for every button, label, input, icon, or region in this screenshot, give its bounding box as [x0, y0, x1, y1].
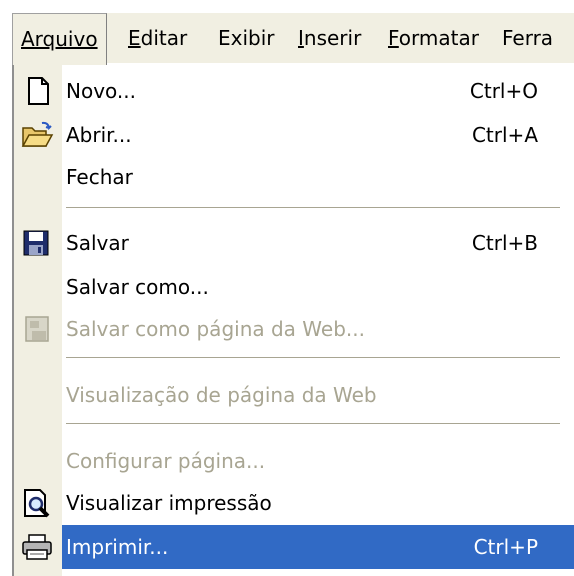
save-web-page-icon: [20, 313, 54, 345]
menu-item-label: Salvar como...: [66, 275, 209, 299]
menu-formatar[interactable]: Formatar: [388, 13, 479, 63]
menu-item-shortcut: Ctrl+A: [471, 123, 538, 147]
menu-exibir-label: Exibir: [218, 26, 275, 50]
menu-item-label: Salvar: [66, 231, 129, 255]
menu-item-configurar-pagina: Configurar página...: [14, 439, 574, 483]
menu-ferramentas-label: Ferra: [502, 26, 554, 50]
menu-ferramentas[interactable]: Ferra: [502, 13, 553, 63]
menu-item-visualizacao-web: Visualização de página da Web: [14, 373, 574, 417]
menu-item-salvar-como-web: Salvar como página da Web...: [14, 307, 574, 351]
menu-item-label: Visualização de página da Web: [66, 383, 377, 407]
menu-item-shortcut: Ctrl+P: [473, 535, 538, 559]
menu-inserir-label: Inserir: [298, 26, 362, 50]
application-window: Arquivo Editar Exibir Inserir Formatar F…: [0, 0, 574, 576]
printer-icon: [20, 531, 54, 563]
menu-item-visualizar-impressao[interactable]: Visualizar impressão: [14, 481, 574, 525]
menu-bar: Arquivo Editar Exibir Inserir Formatar F…: [12, 12, 574, 65]
new-document-icon: [20, 75, 54, 107]
menu-separator: [66, 423, 560, 425]
menu-inserir[interactable]: Inserir: [298, 13, 361, 63]
menu-item-abrir[interactable]: Abrir... Ctrl+A: [14, 113, 574, 157]
menu-item-novo[interactable]: Novo... Ctrl+O: [14, 69, 574, 113]
menu-arquivo-label: Arquivo: [21, 27, 98, 51]
arquivo-dropdown-menu: Novo... Ctrl+O Abrir... Ctrl+A Fechar Sa…: [12, 63, 574, 576]
menu-editar-label: Editar: [128, 26, 188, 50]
menu-separator: [66, 357, 560, 359]
print-preview-icon: [20, 487, 54, 519]
menu-exibir[interactable]: Exibir: [218, 13, 275, 63]
open-folder-icon: [20, 119, 54, 151]
menu-separator: [66, 207, 560, 209]
save-disk-icon: [20, 227, 54, 259]
menu-item-salvar[interactable]: Salvar Ctrl+B: [14, 221, 574, 265]
menu-item-label: Fechar: [66, 165, 133, 189]
menu-item-label: Novo...: [66, 79, 136, 103]
menu-editar[interactable]: Editar: [128, 13, 187, 63]
menu-item-label: Abrir...: [66, 123, 132, 147]
menu-item-label: Imprimir...: [66, 535, 169, 559]
menu-item-label: Configurar página...: [66, 449, 266, 473]
menu-item-imprimir[interactable]: Imprimir... Ctrl+P: [14, 525, 574, 569]
menu-item-fechar[interactable]: Fechar: [14, 155, 574, 199]
menu-item-label: Visualizar impressão: [66, 491, 272, 515]
menu-item-salvar-como[interactable]: Salvar como...: [14, 265, 574, 309]
menu-item-shortcut: Ctrl+O: [469, 79, 538, 103]
menu-arquivo[interactable]: Arquivo: [12, 13, 107, 65]
menu-item-shortcut: Ctrl+B: [471, 231, 538, 255]
menu-formatar-label: Formatar: [388, 26, 479, 50]
menu-item-label: Salvar como página da Web...: [66, 317, 365, 341]
